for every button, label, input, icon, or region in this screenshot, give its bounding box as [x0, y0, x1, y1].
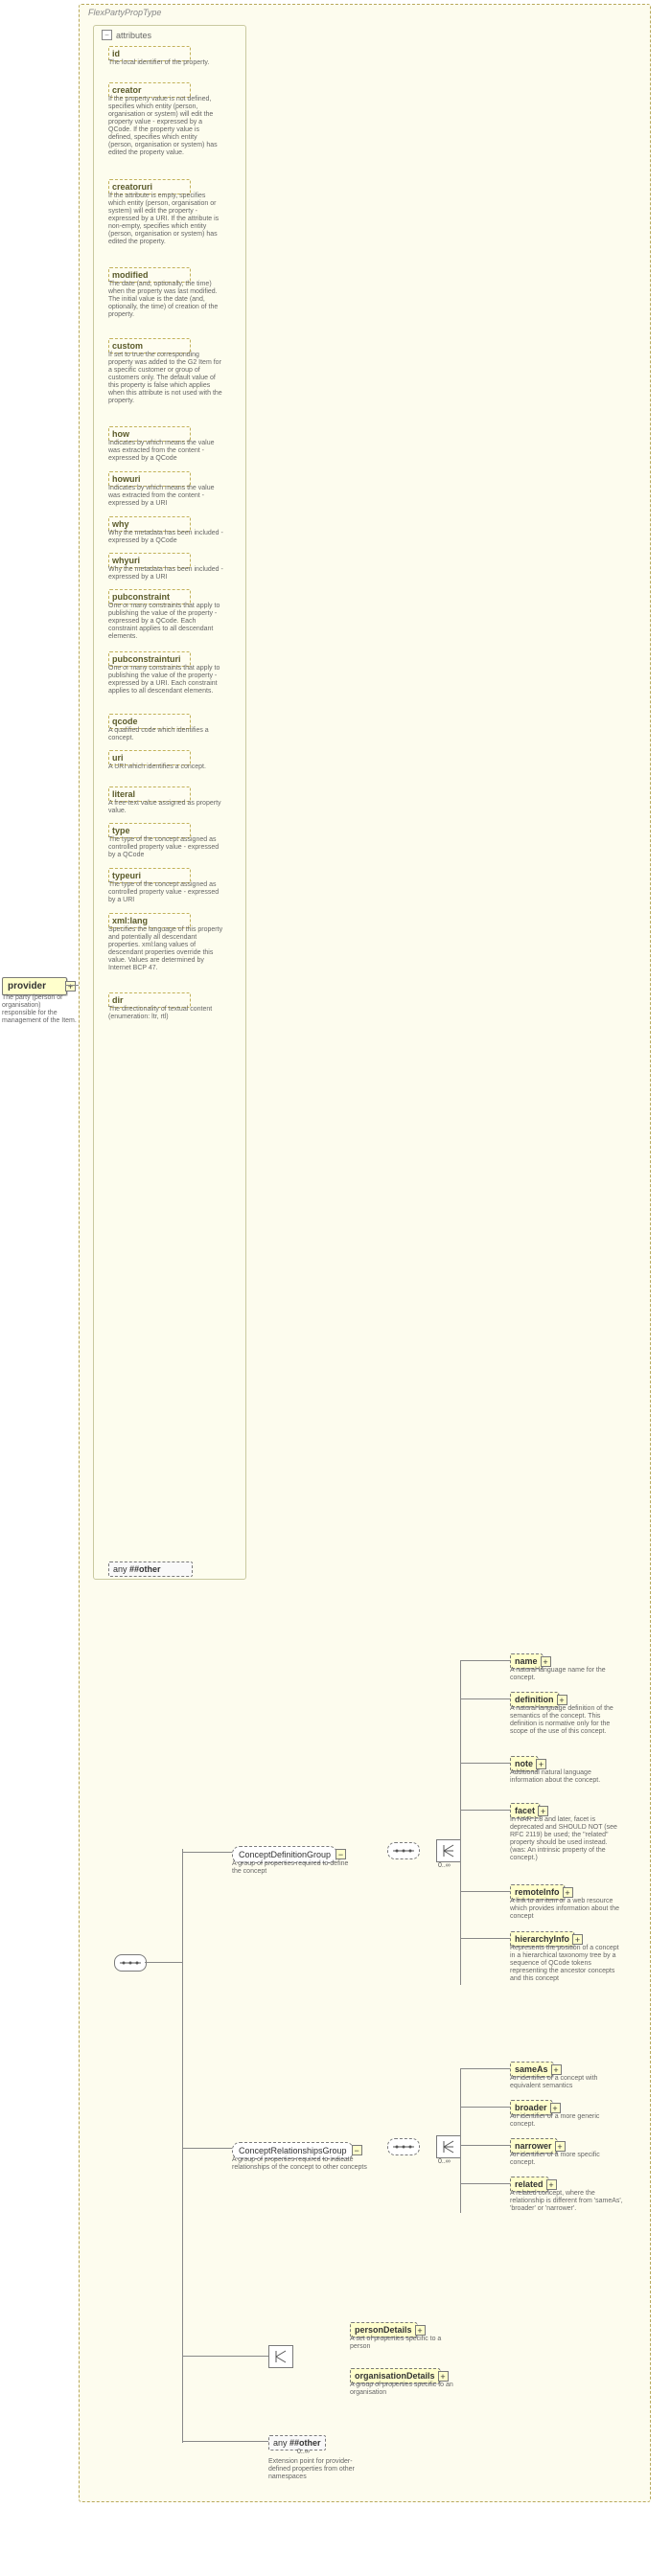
expand-icon[interactable]: + [546, 2179, 557, 2190]
expand-icon[interactable]: + [572, 1934, 583, 1945]
sequence-main [114, 1954, 147, 1972]
connector [460, 1891, 510, 1892]
element-sameAs-desc: An identifier of a concept with equivale… [510, 2075, 625, 2090]
connector [65, 985, 79, 986]
connector [460, 2068, 461, 2213]
attr-creatoruri-desc: If the attribute is empty, specifies whi… [108, 193, 223, 246]
element-remoteInfo-desc: A link to an item or a web resource whic… [510, 1898, 625, 1921]
attr-creator-desc: If the property value is not defined, sp… [108, 96, 223, 157]
expand-icon[interactable]: + [541, 1656, 551, 1667]
cdg-desc: A group of properties required to define… [232, 1860, 357, 1876]
connector [460, 1763, 510, 1764]
connector [460, 1660, 510, 1661]
occ-any: 0..∞ [297, 2449, 310, 2455]
any-elem-desc: Extension point for provider-defined pro… [268, 2458, 374, 2481]
attr-why-desc: Why the metadata has been included - exp… [108, 530, 223, 545]
expand-icon[interactable]: + [538, 1806, 548, 1816]
crg-desc: A group of properties required to indica… [232, 2156, 376, 2172]
choice-party [268, 2345, 293, 2368]
sequence-cdg [387, 1842, 420, 1859]
element-narrower-desc: An identifier of a more specific concept… [510, 2152, 625, 2167]
connector [145, 1962, 183, 1963]
provider-element[interactable]: provider + [2, 977, 67, 995]
connector [460, 2107, 510, 2108]
any-elem-ns: ##other [289, 2438, 321, 2448]
attr-pubconstraint-desc: One or many constraints that apply to pu… [108, 603, 223, 641]
provider-desc: The party (person or organisation) respo… [2, 994, 77, 1025]
connector [182, 1852, 232, 1853]
connector [460, 1698, 510, 1699]
element-note-desc: Additional natural language information … [510, 1769, 625, 1785]
connector [182, 2356, 268, 2357]
sequence-crg [387, 2138, 420, 2155]
expand-icon[interactable]: + [415, 2325, 426, 2336]
expand-icon[interactable]: + [563, 1887, 573, 1898]
element-hierarchyInfo-desc: Represents the position of a concept in … [510, 1945, 625, 1983]
attr-uri-desc: A URI which identifies a concept. [108, 764, 223, 771]
organisation-details-name: organisationDetails [355, 2371, 435, 2381]
attr-literal-desc: A free-text value assigned as property v… [108, 800, 223, 815]
occ-crg: 0..∞ [438, 2158, 451, 2165]
person-details-name: personDetails [355, 2325, 412, 2335]
cdg-name: ConceptDefinitionGroup [239, 1850, 331, 1859]
element-related-desc: A related concept, where the relationshi… [510, 2190, 625, 2213]
provider-name: provider [8, 981, 46, 992]
connector [460, 1810, 510, 1811]
element-definition-desc: A natural language definition of the sem… [510, 1705, 625, 1736]
attr-xml-lang-desc: Specifies the language of this property … [108, 926, 223, 972]
any-attr-label: any [113, 1564, 129, 1574]
attributes-label: − attributes [96, 27, 157, 43]
attr-whyuri-desc: Why the metadata has been included - exp… [108, 566, 223, 581]
attributes-title: attributes [116, 31, 151, 40]
occ-cdg: 0..∞ [438, 1862, 451, 1869]
element-broader-desc: An identifier of a more generic concept. [510, 2113, 625, 2129]
any-elem-label: any [273, 2438, 289, 2448]
attr-pubconstrainturi-desc: One or many constraints that apply to pu… [108, 665, 223, 695]
expand-icon[interactable]: + [557, 1695, 567, 1705]
crg-name: ConceptRelationshipsGroup [239, 2146, 347, 2155]
expand-icon[interactable]: + [551, 2064, 562, 2075]
expand-icon[interactable]: + [555, 2141, 566, 2152]
any-attr-ns: ##other [129, 1564, 161, 1574]
connector [460, 1938, 510, 1939]
attr-typeuri-desc: The type of the concept assigned as cont… [108, 881, 223, 904]
collapse-icon[interactable]: − [102, 30, 112, 40]
expand-icon[interactable]: − [352, 2145, 362, 2155]
connector [460, 2183, 510, 2184]
connector [460, 2145, 510, 2146]
expand-icon[interactable]: − [336, 1849, 346, 1859]
expand-icon[interactable]: + [536, 1759, 546, 1769]
attr-id-desc: The local identifier of the property. [108, 59, 223, 67]
type-label: FlexPartyPropType [82, 6, 167, 19]
connector [182, 1849, 183, 2443]
any-attr: any ##other [108, 1562, 193, 1577]
connector [460, 1660, 461, 1985]
attr-type-desc: The type of the concept assigned as cont… [108, 836, 223, 859]
choice-crg [436, 2135, 461, 2158]
attr-dir-desc: The directionality of textual content (e… [108, 1006, 223, 1021]
element-facet-desc: In NAR 1.8 and later, facet is deprecate… [510, 1816, 625, 1862]
attr-qcode-desc: A qualified code which identifies a conc… [108, 727, 223, 742]
choice-cdg [436, 1839, 461, 1862]
attr-how-desc: Indicates by which means the value was e… [108, 440, 223, 463]
attr-howuri-desc: Indicates by which means the value was e… [108, 485, 223, 508]
element-name-desc: A natural language name for the concept. [510, 1667, 625, 1682]
organisation-details-desc: A group of properties specific to an org… [350, 2382, 455, 2397]
expand-icon[interactable]: + [438, 2371, 449, 2382]
expand-icon[interactable]: + [65, 981, 76, 992]
connector [182, 2148, 232, 2149]
attr-modified-desc: The date (and, optionally, the time) whe… [108, 281, 223, 319]
attr-custom-desc: If set to true the corresponding propert… [108, 352, 223, 405]
person-details-desc: A set of properties specific to a person [350, 2336, 455, 2351]
connector [182, 2441, 268, 2442]
connector [460, 2068, 510, 2069]
expand-icon[interactable]: + [550, 2103, 561, 2113]
